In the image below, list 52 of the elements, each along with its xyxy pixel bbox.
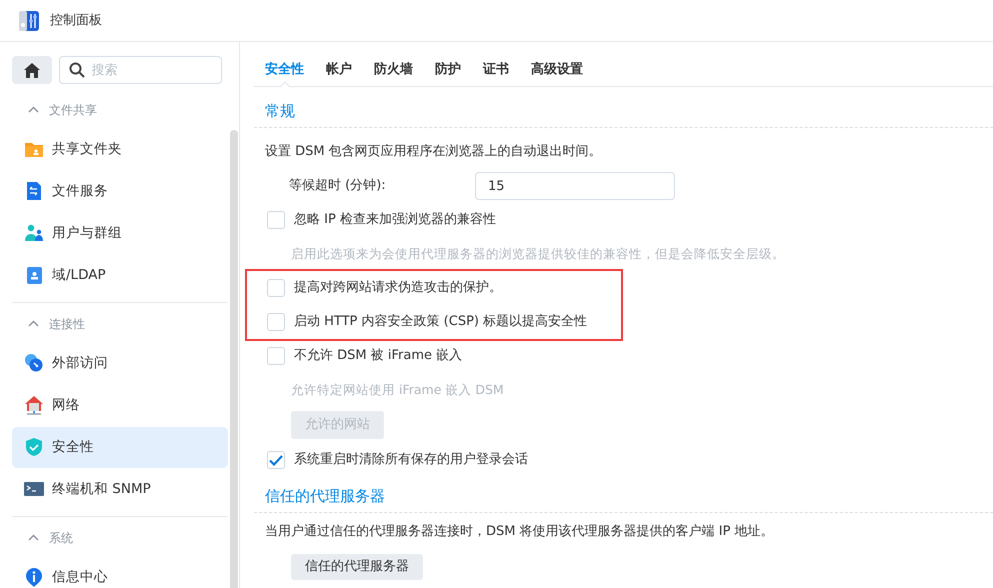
search-field[interactable]: 搜索 — [58, 56, 222, 84]
file-transfer-icon — [24, 181, 44, 201]
checkbox-label: 系统重启时清除所有保存的用户登录会话 — [294, 451, 528, 470]
sidebar-item[interactable]: 终端机和 SNMP — [12, 468, 228, 510]
window-title: 控制面板 — [50, 12, 102, 30]
scrollbar[interactable] — [230, 130, 238, 588]
id-card-icon — [24, 265, 44, 285]
checkbox-label: 不允许 DSM 被 iFrame 嵌入 — [294, 347, 462, 366]
chevron-icon — [28, 320, 39, 327]
sidebar-item[interactable]: 网络 — [12, 384, 228, 426]
sidebar-item[interactable]: 域/LDAP — [12, 254, 228, 296]
sidebar-item[interactable]: 文件服务 — [12, 170, 228, 212]
checkbox[interactable] — [267, 451, 285, 469]
chevron-icon — [28, 106, 39, 113]
sidebar-item[interactable]: 信息中心 — [12, 556, 228, 588]
users-icon — [24, 223, 44, 243]
globe-icon — [24, 353, 44, 373]
tab[interactable]: 高级设置 — [520, 54, 594, 86]
button: 允许的网站 — [291, 411, 384, 439]
terminal-icon — [24, 479, 44, 499]
home-button[interactable] — [12, 56, 52, 84]
sidebar-item[interactable]: 外部访问 — [12, 342, 228, 384]
description-text: 当用户通过信任的代理服务器连接时，DSM 将使用该代理服务器提供的客户端 IP 地址。 — [265, 523, 774, 542]
checkbox-label: 启动 HTTP 内容安全政策 (CSP) 标题以提高安全性 — [294, 313, 588, 332]
sidebar-item[interactable]: 共享文件夹 — [12, 128, 228, 170]
sidebar-item[interactable]: 用户与群组 — [12, 212, 228, 254]
checkbox[interactable] — [267, 347, 285, 365]
info-icon — [24, 567, 44, 587]
button[interactable]: 信任的代理服务器 — [291, 554, 423, 580]
hint-text: 允许特定网站使用 iFrame 嵌入 DSM — [291, 380, 504, 399]
shield-icon — [24, 437, 44, 457]
checkbox[interactable] — [267, 279, 285, 297]
home-icon — [24, 62, 40, 78]
hint-text: 启用此选项来为会使用代理服务器的浏览器提供较佳的兼容性，但是会降低安全层级。 — [291, 244, 785, 263]
chevron-icon — [28, 534, 39, 541]
sidebar-item[interactable]: 安全性 — [12, 426, 228, 468]
tab[interactable]: 证书 — [472, 54, 520, 86]
house-icon — [24, 395, 44, 415]
checkbox[interactable] — [267, 313, 285, 331]
checkbox[interactable] — [267, 211, 285, 229]
section-title: 信任的代理服务器 — [254, 477, 993, 513]
checkbox-label: 忽略 IP 检查来加强浏览器的兼容性 — [294, 211, 496, 230]
search-icon — [68, 62, 84, 78]
app-icon — [18, 10, 40, 32]
tab[interactable]: 防护 — [424, 54, 472, 86]
input-field[interactable]: 15 — [475, 172, 675, 200]
section-title: 常规 — [254, 87, 993, 128]
description-text: 设置 DSM 包含网页应用程序在浏览器上的自动退出时间。 — [265, 143, 602, 162]
field-label: 等候超时 (分钟): — [289, 177, 387, 196]
tab[interactable]: 防火墙 — [363, 54, 424, 86]
tab[interactable]: 帐户 — [315, 54, 363, 86]
checkbox-label: 提高对跨网站请求伪造攻击的保护。 — [294, 279, 502, 298]
